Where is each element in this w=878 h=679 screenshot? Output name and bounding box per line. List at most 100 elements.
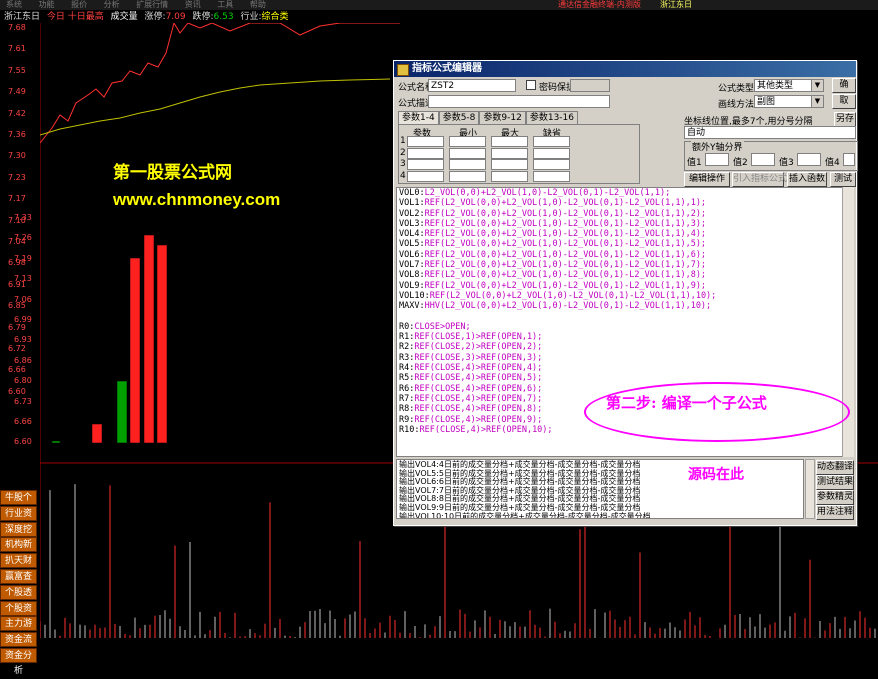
side-button[interactable]: 赢富查询	[0, 569, 37, 597]
password-checkbox[interactable]	[526, 80, 536, 90]
extra-val1-input[interactable]	[705, 153, 729, 166]
draw-value: 副图	[757, 97, 776, 107]
param-cell[interactable]	[533, 136, 570, 147]
param-row-index: 4	[400, 170, 406, 181]
code-label: VOL9:	[399, 280, 425, 291]
code-expr: REF(L2_VOL(0,0)+L2_VOL(1,0)-L2_VOL(0,1)-…	[424, 270, 707, 281]
cancel-button[interactable]: 取	[832, 94, 856, 109]
formula-editor-dialog: 指标公式编辑器 公式名称 ZST2 密码保护 公式描述 公式类型 其他类型 ▼ 确…	[393, 60, 858, 526]
side-button[interactable]: 机构新选	[0, 537, 37, 565]
tab-params-9-12[interactable]: 参数9-12	[479, 111, 526, 124]
param-cell[interactable]	[449, 170, 486, 182]
fall-label: 跌停:	[192, 12, 214, 22]
side-button[interactable]: 主力游资	[0, 616, 37, 644]
code-line: VOL0:L2_VOL(0,0)+L2_VOL(1,0)-L2_VOL(0,1)…	[399, 188, 842, 198]
menu-news[interactable]: 资讯	[185, 0, 201, 10]
param-cell[interactable]	[533, 159, 570, 170]
side-button[interactable]: 行业资金	[0, 505, 37, 534]
tab-params-5-8[interactable]: 参数5-8	[438, 111, 480, 124]
ok-button[interactable]: 确	[832, 78, 856, 93]
type-select[interactable]: 其他类型 ▼	[754, 79, 824, 92]
usage-notes-button[interactable]: 用法注释	[816, 505, 854, 520]
param-row-index: 1	[400, 136, 406, 146]
password-input[interactable]	[570, 79, 610, 92]
extra-val3-input[interactable]	[797, 153, 821, 166]
side-button[interactable]: 个股透视	[0, 584, 37, 613]
bar	[129, 257, 141, 444]
draw-select[interactable]: 副图 ▼	[754, 95, 824, 108]
param-cell[interactable]	[407, 147, 444, 159]
param-cell[interactable]	[533, 147, 570, 159]
type-label: 公式类型	[718, 84, 755, 94]
code-line: MAXV:HHV(L2_VOL(0,0)+L2_VOL(1,0)-L2_VOL(…	[399, 301, 842, 311]
test-button[interactable]: 测试	[830, 172, 856, 187]
code-label: R0:	[399, 321, 415, 332]
tab-params-13-16[interactable]: 参数13-16	[525, 111, 578, 124]
param-cell[interactable]	[449, 147, 486, 159]
menu-system[interactable]: 系统	[6, 0, 22, 10]
code-line: R2:REF(CLOSE,2)>REF(OPEN,2);	[399, 342, 842, 352]
code-label: R6:	[399, 383, 415, 394]
param-grid: 参数 最小 最大 缺省 1234	[398, 124, 640, 184]
code-expr: REF(L2_VOL(0,0)+L2_VOL(1,0)-L2_VOL(0,1)-…	[424, 260, 707, 271]
coord-input[interactable]: 自动	[684, 126, 856, 139]
param-wizard-button[interactable]: 参数精灵	[816, 490, 854, 505]
code-expr: REF(L2_VOL(0,0)+L2_VOL(1,0)-L2_VOL(0,1)-…	[424, 229, 707, 240]
code-line: VOL2:REF(L2_VOL(0,0)+L2_VOL(1,0)-L2_VOL(…	[399, 209, 842, 219]
rise-label: 涨停:	[144, 12, 166, 22]
insert-function-button[interactable]: 插入函数	[787, 172, 827, 187]
code-expr: REF(CLOSE,4)>REF(OPEN,7);	[414, 393, 543, 404]
param-cell[interactable]	[491, 159, 528, 170]
saveas-button[interactable]: 另存	[834, 112, 856, 127]
menu-tools[interactable]: 工具	[217, 0, 233, 10]
chevron-down-icon: ▼	[811, 96, 823, 107]
menu-analysis[interactable]: 分析	[104, 0, 120, 10]
side-button[interactable]: 扒天财童	[0, 553, 37, 581]
code-label: R7:	[399, 393, 415, 404]
extra-val2-input[interactable]	[751, 153, 775, 166]
window-stock: 浙江东日	[660, 0, 692, 9]
code-expr: HHV(L2_VOL(0,0)+L2_VOL(1,0)-L2_VOL(0,1)-…	[424, 301, 712, 312]
ma-line	[40, 78, 391, 136]
extra-val4-input[interactable]	[843, 153, 855, 166]
output-scrollbar[interactable]	[805, 459, 815, 519]
code-line: VOL8:REF(L2_VOL(0,0)+L2_VOL(1,0)-L2_VOL(…	[399, 270, 842, 280]
menu-ext[interactable]: 扩展行情	[136, 0, 168, 10]
edit-ops-button[interactable]: 编辑操作	[684, 172, 730, 187]
formula-desc-input[interactable]	[428, 95, 610, 108]
test-results-button[interactable]: 测试结果	[816, 475, 854, 490]
side-button[interactable]: 资金分析	[0, 648, 37, 676]
menu-quote[interactable]: 报价	[71, 0, 87, 10]
code-line: R3:REF(CLOSE,3)>REF(OPEN,3);	[399, 353, 842, 363]
side-button[interactable]: 深度挖掘	[0, 521, 37, 550]
param-cell[interactable]	[407, 159, 444, 170]
code-line: VOL9:REF(L2_VOL(0,0)+L2_VOL(1,0)-L2_VOL(…	[399, 281, 842, 291]
bar	[51, 440, 61, 444]
menu-function[interactable]: 功能	[39, 0, 55, 10]
code-label: R4:	[399, 363, 415, 374]
menu-help[interactable]: 帮助	[250, 0, 266, 10]
ma-label: 今日 十日最高	[46, 12, 104, 22]
side-button[interactable]: 个股资料	[0, 600, 37, 629]
bar-axis-tick: 6.66	[14, 417, 32, 426]
param-cell[interactable]	[407, 136, 444, 147]
side-button[interactable]: 牛股个股	[0, 490, 37, 518]
stock-info-bar: 浙江东日 今日 十日最高 成交量 涨停:7.09 跌停:6.53 行业:综合类	[0, 11, 878, 23]
param-cell[interactable]	[449, 159, 486, 170]
tab-params-1-4[interactable]: 参数1-4	[398, 111, 439, 124]
import-formula-button[interactable]: 引入指标公式	[732, 172, 787, 187]
dialog-titlebar[interactable]: 指标公式编辑器	[394, 61, 856, 77]
extra-val2-label: 值2	[733, 158, 748, 168]
code-label: R1:	[399, 332, 415, 343]
param-cell[interactable]	[491, 136, 528, 147]
formula-name-input[interactable]: ZST2	[428, 79, 516, 92]
param-cell[interactable]	[533, 170, 570, 182]
param-cell[interactable]	[407, 170, 444, 182]
param-cell[interactable]	[491, 170, 528, 182]
param-cell[interactable]	[491, 147, 528, 159]
code-expr: REF(L2_VOL(0,0)+L2_VOL(1,0)-L2_VOL(0,1)-…	[424, 208, 707, 219]
side-button[interactable]: 资金流向	[0, 632, 37, 660]
param-cell[interactable]	[449, 136, 486, 147]
dynamic-translate-button[interactable]: 动态翻译	[816, 460, 854, 475]
